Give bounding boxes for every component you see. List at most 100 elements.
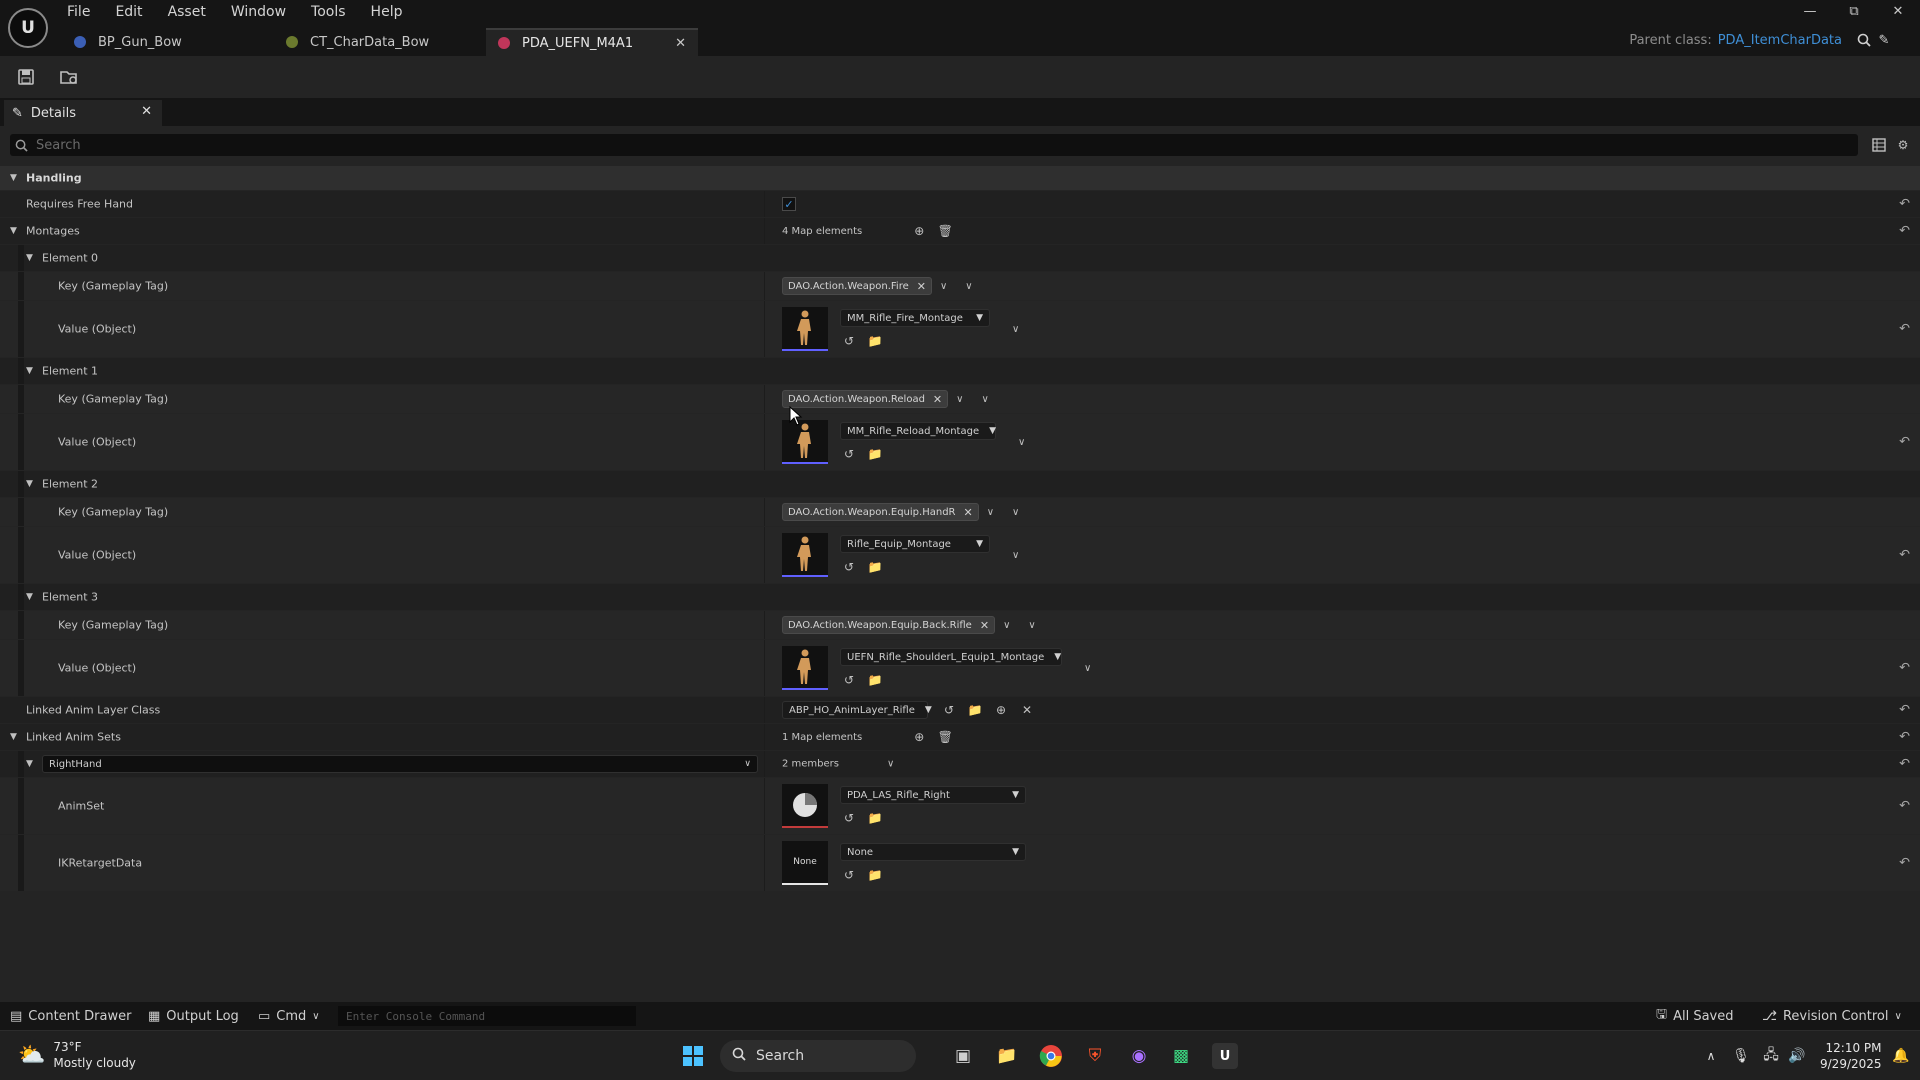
expand-arrow-icon[interactable]: ▼ — [26, 366, 33, 376]
notification-icon[interactable]: 🔔 — [1888, 1043, 1914, 1069]
expand-arrow-icon[interactable]: ▼ — [10, 732, 17, 742]
expand-icon[interactable]: ∨ — [1028, 620, 1035, 631]
task-view-icon[interactable]: ▣ — [950, 1043, 976, 1069]
reset-to-default-icon[interactable]: ↶ — [1899, 197, 1910, 212]
file-explorer-icon[interactable]: 📁 — [994, 1043, 1020, 1069]
reset-to-default-icon[interactable]: ↶ — [1899, 661, 1910, 676]
all-saved-button[interactable]: 🖫 All Saved — [1656, 1007, 1734, 1025]
content-drawer-button[interactable]: ▤ Content Drawer — [10, 1007, 131, 1025]
data-asset-thumbnail[interactable] — [782, 784, 828, 828]
browse-asset-icon[interactable]: 📁 — [866, 333, 884, 349]
unreal-logo-icon[interactable]: U — [8, 8, 48, 48]
category-handling[interactable]: ▼ Handling — [0, 166, 1920, 190]
add-icon[interactable]: ⊕ — [992, 702, 1010, 718]
expand-arrow-icon[interactable]: ▼ — [26, 253, 33, 263]
asset-picker-dropdown[interactable]: Rifle_Equip_Montage ▼ — [840, 535, 990, 553]
requires-free-hand-checkbox[interactable]: ✓ — [782, 197, 796, 211]
use-selected-icon[interactable]: ↺ — [940, 702, 958, 718]
remove-tag-icon[interactable]: ✕ — [964, 506, 973, 519]
console-input[interactable] — [338, 1006, 636, 1026]
reset-to-default-icon[interactable]: ↶ — [1899, 224, 1910, 239]
expand-arrow-icon[interactable]: ▼ — [26, 592, 33, 602]
expand-arrow-icon[interactable]: ▼ — [26, 759, 33, 769]
delete-all-icon[interactable]: 🗑 — [936, 729, 954, 745]
gameplay-tag-chip[interactable]: DAO.Action.Weapon.Equip.HandR ✕ — [782, 503, 979, 521]
browse-search-icon[interactable] — [1854, 31, 1874, 49]
windows-start-icon[interactable] — [680, 1043, 706, 1069]
asset-picker-dropdown[interactable]: UEFN_Rifle_ShoulderL_Equip1_Montage ▼ — [840, 648, 1062, 666]
weather-widget[interactable]: ⛅ 73°F Mostly cloudy — [18, 1039, 136, 1071]
menu-tools[interactable]: Tools — [306, 0, 358, 24]
expand-icon[interactable]: ∨ — [1084, 663, 1091, 674]
menu-help[interactable]: Help — [366, 0, 415, 24]
reset-to-default-icon[interactable]: ↶ — [1899, 856, 1910, 871]
expand-icon[interactable]: ∨ — [1012, 507, 1019, 518]
tab-ct-chardata-bow[interactable]: CT_CharData_Bow — [274, 28, 486, 56]
reset-to-default-icon[interactable]: ↶ — [1899, 730, 1910, 745]
menu-asset[interactable]: Asset — [163, 0, 218, 24]
tag-dropdown-icon[interactable]: ∨ — [1003, 620, 1010, 631]
expand-arrow-icon[interactable]: ▼ — [10, 226, 17, 236]
reset-to-default-icon[interactable]: ↶ — [1899, 757, 1910, 772]
cmd-selector[interactable]: ▭ Cmd ∨ — [258, 1007, 320, 1025]
tab-pda-uefn-m4a1[interactable]: PDA_UEFN_M4A1 ✕ — [486, 28, 698, 56]
element-2-header[interactable]: ▼ Element 2 — [0, 471, 1920, 497]
details-tab[interactable]: ✎ Details ✕ — [4, 100, 162, 126]
chrome-icon[interactable] — [1038, 1043, 1064, 1069]
browse-folder-icon[interactable] — [56, 65, 82, 89]
remove-tag-icon[interactable]: ✕ — [933, 393, 942, 406]
asset-picker-dropdown[interactable]: MM_Rifle_Reload_Montage ▼ — [840, 422, 996, 440]
delete-all-icon[interactable]: 🗑 — [936, 223, 954, 239]
reset-to-default-icon[interactable]: ↶ — [1899, 322, 1910, 337]
montage-thumbnail[interactable] — [782, 420, 828, 464]
expand-icon[interactable]: ∨ — [981, 394, 988, 405]
settings-gear-icon[interactable]: ⚙ — [1894, 136, 1912, 154]
menu-edit[interactable]: Edit — [110, 0, 154, 24]
clock[interactable]: 12:10 PM 9/29/2025 — [1820, 1040, 1882, 1072]
expand-arrow-icon[interactable]: ▼ — [10, 173, 17, 183]
android-studio-icon[interactable]: ▩ — [1168, 1043, 1194, 1069]
add-element-icon[interactable]: ⊕ — [910, 729, 928, 745]
remove-tag-icon[interactable]: ✕ — [980, 619, 989, 632]
expand-icon[interactable]: ∨ — [965, 281, 972, 292]
expand-icon[interactable]: ∨ — [1018, 437, 1025, 448]
tag-dropdown-icon[interactable]: ∨ — [956, 394, 963, 405]
montage-thumbnail[interactable] — [782, 646, 828, 690]
browse-asset-icon[interactable]: 📁 — [966, 702, 984, 718]
empty-thumbnail[interactable]: None — [782, 841, 828, 885]
clear-icon[interactable]: ✕ — [1018, 702, 1036, 718]
parent-class-link[interactable]: PDA_ItemCharData — [1718, 33, 1842, 48]
reset-to-default-icon[interactable]: ↶ — [1899, 799, 1910, 814]
gameplay-tag-chip[interactable]: DAO.Action.Weapon.Reload ✕ — [782, 390, 949, 408]
edit-pencil-icon[interactable]: ✎ — [1874, 31, 1894, 49]
use-selected-icon[interactable]: ↺ — [840, 446, 858, 462]
tab-bp-gun-bow[interactable]: BP_Gun_Bow — [62, 28, 274, 56]
class-picker-dropdown[interactable]: ABP_HO_AnimLayer_Rifle ▼ — [782, 701, 932, 719]
brave-browser-icon[interactable]: ⛨ — [1082, 1043, 1108, 1069]
reset-to-default-icon[interactable]: ↶ — [1899, 435, 1910, 450]
table-view-icon[interactable] — [1870, 136, 1888, 154]
close-window-icon[interactable]: ✕ — [1876, 0, 1920, 22]
save-icon[interactable] — [13, 65, 39, 89]
expand-icon[interactable]: ∨ — [1012, 324, 1019, 335]
add-element-icon[interactable]: ⊕ — [910, 223, 928, 239]
browse-asset-icon[interactable]: 📁 — [866, 672, 884, 688]
use-selected-icon[interactable]: ↺ — [840, 810, 858, 826]
element-3-header[interactable]: ▼ Element 3 — [0, 584, 1920, 610]
asset-picker-dropdown[interactable]: None ▼ — [840, 843, 1026, 861]
minimize-icon[interactable]: — — [1788, 0, 1832, 22]
expand-arrow-icon[interactable]: ▼ — [26, 479, 33, 489]
asset-picker-dropdown[interactable]: MM_Rifle_Fire_Montage ▼ — [840, 309, 990, 327]
asset-picker-dropdown[interactable]: PDA_LAS_Rifle_Right ▼ — [840, 786, 1026, 804]
use-selected-icon[interactable]: ↺ — [840, 867, 858, 883]
volume-icon[interactable]: 🔊 — [1784, 1043, 1810, 1069]
browse-asset-icon[interactable]: 📁 — [866, 446, 884, 462]
menu-file[interactable]: File — [62, 0, 102, 24]
montage-thumbnail[interactable] — [782, 307, 828, 351]
browse-asset-icon[interactable]: 📁 — [866, 810, 884, 826]
unreal-engine-taskbar-icon[interactable]: U — [1212, 1043, 1238, 1069]
use-selected-icon[interactable]: ↺ — [840, 672, 858, 688]
gameplay-tag-chip[interactable]: DAO.Action.Weapon.Equip.Back.Rifle ✕ — [782, 616, 996, 634]
restore-icon[interactable]: ⧉ — [1832, 0, 1876, 22]
tray-overflow-icon[interactable]: ∧ — [1698, 1043, 1724, 1069]
